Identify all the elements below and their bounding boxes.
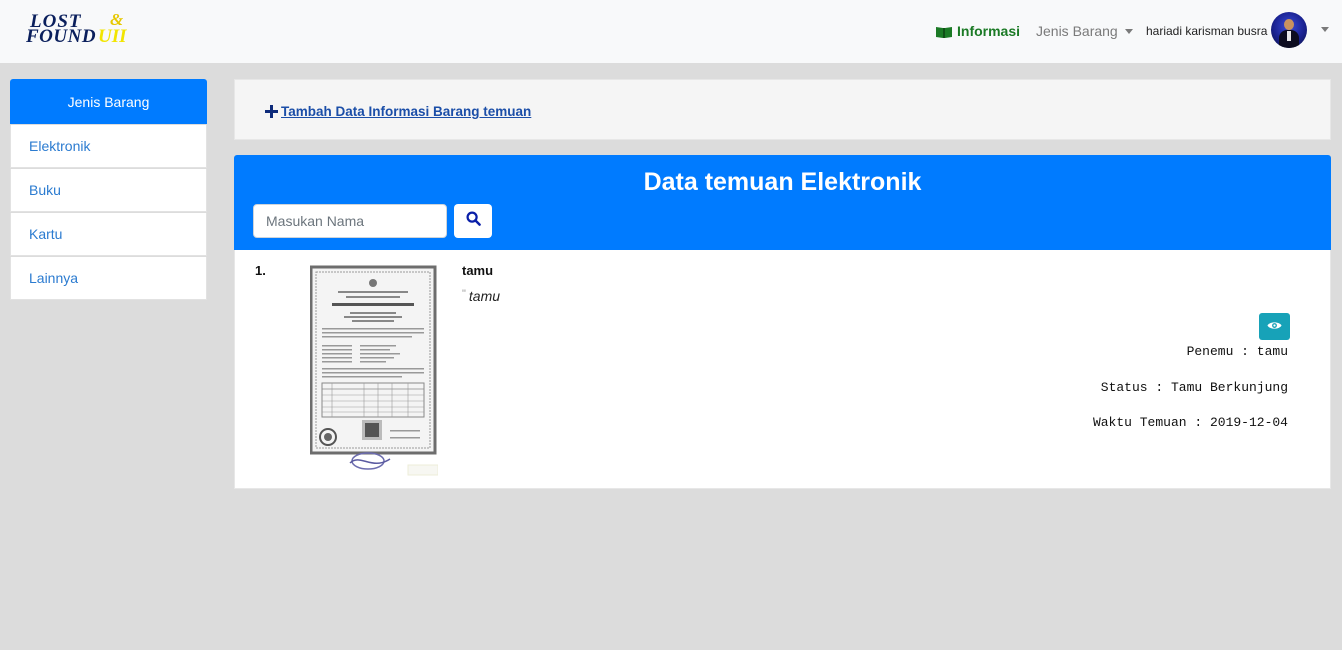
- sidebar-item-buku[interactable]: Buku: [10, 169, 207, 212]
- sidebar-item-kartu[interactable]: Kartu: [10, 213, 207, 256]
- data-panel-title: Data temuan Elektronik: [643, 168, 922, 196]
- logo-suffix: UII: [98, 26, 127, 47]
- nav-informasi-link[interactable]: Informasi: [936, 21, 1020, 41]
- item-name: tamu: [462, 263, 494, 278]
- search-button[interactable]: [454, 204, 492, 238]
- sidebar-header: Jenis Barang: [10, 79, 207, 124]
- item-thumbnail[interactable]: [309, 265, 439, 477]
- user-menu-chevron-down-icon[interactable]: [1321, 27, 1329, 32]
- sidebar: Jenis Barang Elektronik Buku Kartu Lainn…: [10, 79, 207, 300]
- sidebar-item-elektronik[interactable]: Elektronik: [10, 125, 207, 168]
- sidebar-item-lainnya[interactable]: Lainnya: [10, 257, 207, 300]
- item-waktu-temuan: Waktu Temuan : 2019-12-04: [1092, 415, 1288, 430]
- logo[interactable]: LOST & FOUND UII: [26, 11, 136, 49]
- logo-line2: FOUND: [26, 26, 97, 47]
- quote-mark: ": [462, 288, 466, 300]
- nav-jenis-barang-label: Jenis Barang: [1036, 23, 1118, 39]
- item-status: Status : Tamu Berkunjung: [1100, 380, 1288, 395]
- data-panel-body: 1. tamu " tamu Penemu: tamu Status: Ta…: [234, 250, 1331, 489]
- add-panel: Tambah Data Informasi Barang temuan: [234, 79, 1331, 140]
- avatar[interactable]: [1271, 12, 1307, 48]
- book-icon: [936, 25, 952, 38]
- nav-jenis-barang-dropdown[interactable]: Jenis Barang: [1036, 21, 1133, 41]
- item-penemu: Penemu : tamu: [1186, 344, 1288, 359]
- add-item-label: Tambah Data Informasi Barang temuan: [281, 104, 532, 119]
- item-description-text: tamu: [468, 288, 501, 304]
- navbar: LOST & FOUND UII Informasi Jenis Barang …: [0, 0, 1342, 63]
- eye-icon: [1267, 318, 1282, 336]
- search-input[interactable]: [253, 204, 447, 238]
- plus-icon: [265, 105, 278, 118]
- nav-informasi-label: Informasi: [957, 23, 1021, 39]
- item-number: 1.: [255, 263, 266, 278]
- add-item-link[interactable]: Tambah Data Informasi Barang temuan: [265, 104, 531, 119]
- data-panel-header: Data temuan Elektronik: [234, 155, 1331, 250]
- item-description: " tamu: [462, 288, 500, 304]
- search-icon: [465, 211, 481, 231]
- view-button[interactable]: [1259, 313, 1290, 340]
- user-name[interactable]: hariadi karisman busra: [1146, 22, 1267, 40]
- chevron-down-icon: [1124, 28, 1133, 34]
